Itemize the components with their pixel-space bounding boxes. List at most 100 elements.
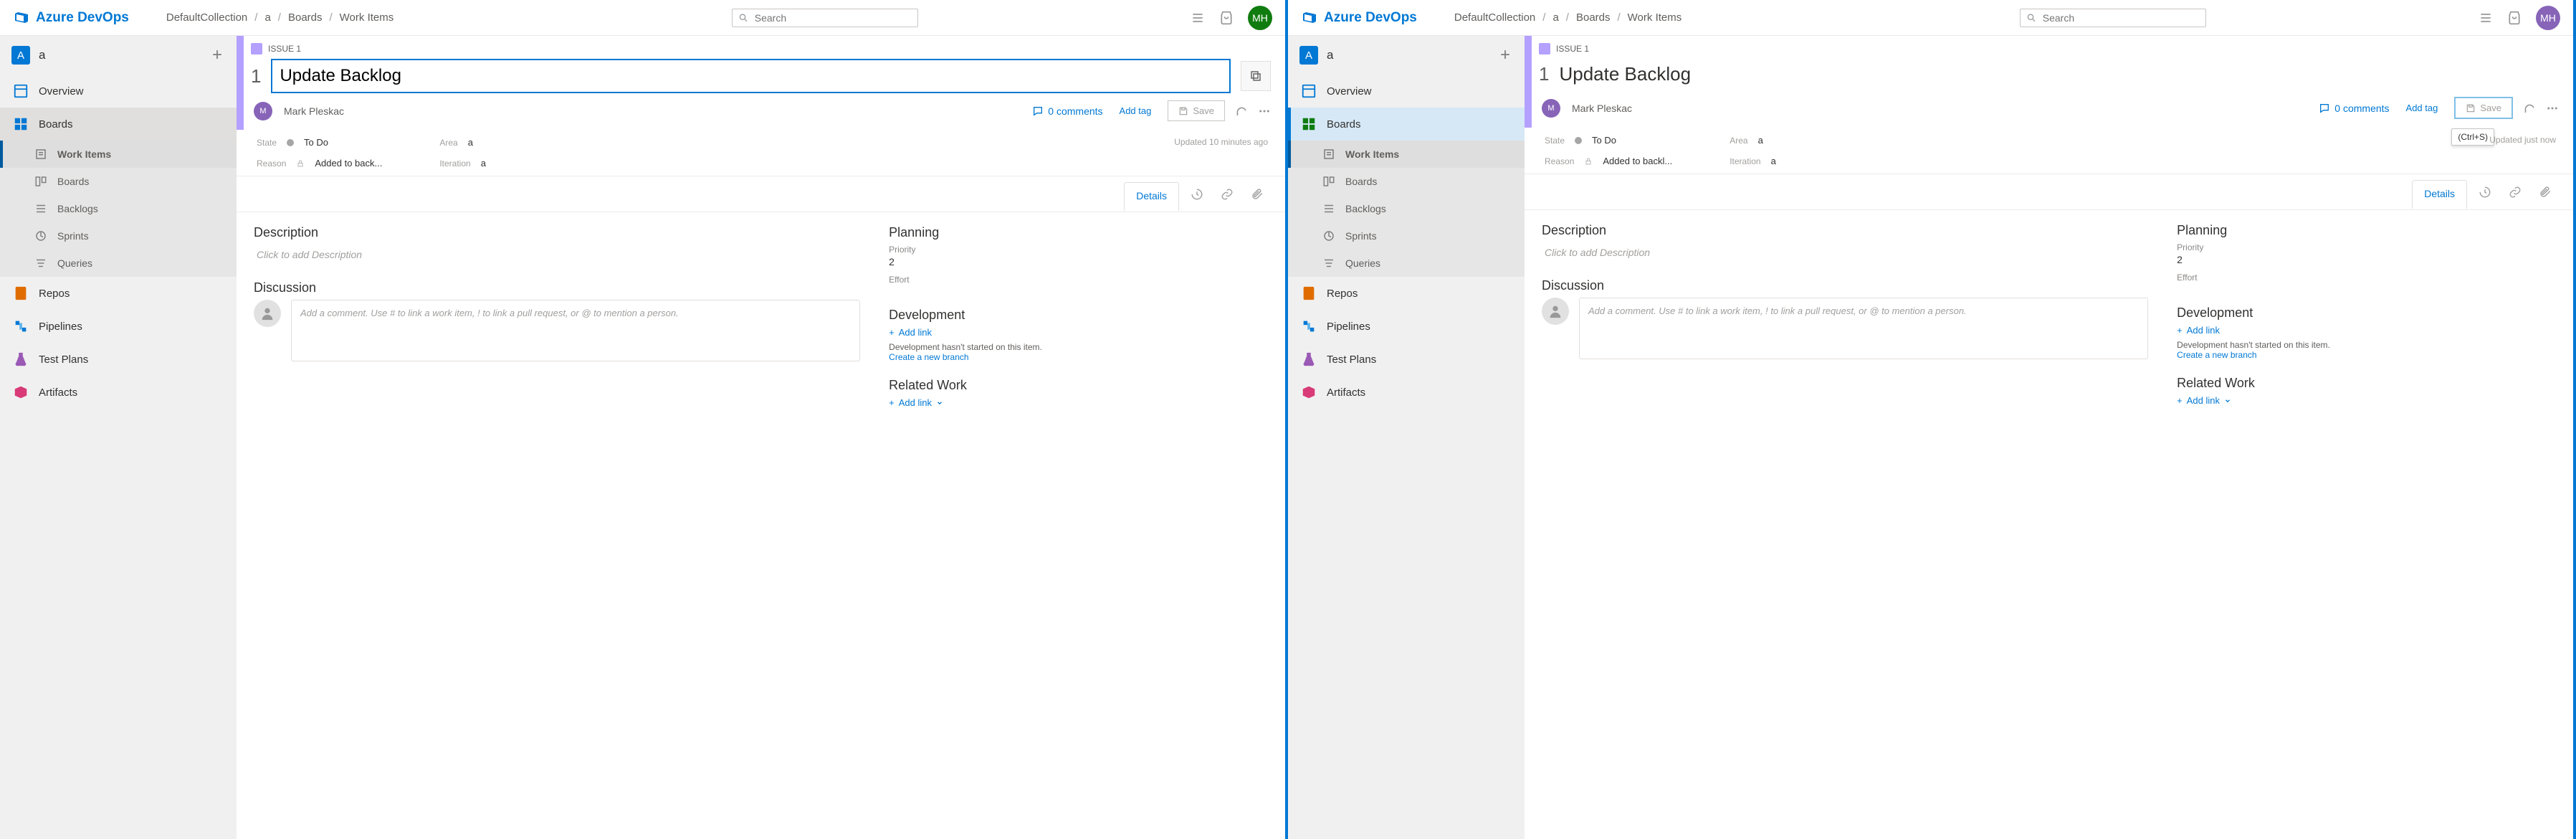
breadcrumb-item[interactable]: DefaultCollection (166, 11, 247, 24)
priority-label: Priority (2177, 242, 2556, 252)
sidebar-item-sprints[interactable]: Sprints (1288, 222, 1525, 250)
iteration-value[interactable]: a (481, 158, 486, 169)
assignee-avatar[interactable]: M (254, 102, 272, 120)
planning-heading: Planning (2177, 223, 2556, 238)
breadcrumb-item[interactable]: a (264, 11, 270, 24)
sidebar-item-boards[interactable]: Boards (0, 108, 237, 141)
breadcrumb: DefaultCollection / a / Boards / Work It… (1454, 11, 1681, 24)
search-input[interactable] (2043, 12, 2200, 24)
sidebar-item-overview[interactable]: Overview (1288, 75, 1525, 108)
sidebar-item-queries[interactable]: Queries (0, 250, 237, 277)
product-logo[interactable]: Azure DevOps (1301, 9, 1417, 27)
sidebar-item-backlogs[interactable]: Backlogs (0, 195, 237, 222)
related-add-link[interactable]: + Add link (2177, 395, 2556, 406)
description-field[interactable]: Click to add Description (1542, 242, 2148, 262)
priority-value[interactable]: 2 (889, 256, 1268, 267)
shop-icon[interactable] (1219, 11, 1234, 25)
sidebar-project-header[interactable]: A a + (1288, 36, 1525, 75)
sidebar-item-overview[interactable]: Overview (0, 75, 237, 108)
comments-button[interactable]: 0 comments (1032, 105, 1102, 117)
attachments-tab-icon[interactable] (1245, 182, 1269, 207)
user-avatar[interactable]: MH (2536, 6, 2560, 30)
related-add-link[interactable]: + Add link (889, 397, 1268, 408)
attachments-tab-icon[interactable] (2533, 180, 2557, 204)
discussion-input[interactable]: Add a comment. Use # to link a work item… (1579, 298, 2148, 359)
area-value[interactable]: a (1758, 135, 1763, 146)
sidebar-item-sprints[interactable]: Sprints (0, 222, 237, 250)
sidebar-item-repos[interactable]: Repos (0, 277, 237, 310)
sidebar-item-boards[interactable]: Boards (1288, 108, 1525, 141)
description-field[interactable]: Click to add Description (254, 245, 860, 265)
workitem-title[interactable]: Update Backlog (1559, 59, 2559, 90)
sidebar-item-testplans[interactable]: Test Plans (1288, 343, 1525, 376)
area-value[interactable]: a (468, 137, 473, 148)
sidebar-item-artifacts[interactable]: Artifacts (1288, 376, 1525, 409)
search-box[interactable] (2020, 9, 2206, 27)
breadcrumb-item[interactable]: Boards (1576, 11, 1611, 24)
sidebar-item-queries[interactable]: Queries (1288, 250, 1525, 277)
sidebar-item-workitems[interactable]: Work Items (1288, 141, 1525, 168)
shop-icon[interactable] (2507, 11, 2522, 25)
tab-details[interactable]: Details (2412, 180, 2467, 209)
sidebar-item-pipelines[interactable]: Pipelines (0, 310, 237, 343)
save-button[interactable]: Save (2454, 97, 2513, 119)
more-icon[interactable] (2546, 102, 2559, 115)
assignee-avatar[interactable]: M (1542, 99, 1560, 118)
product-logo[interactable]: Azure DevOps (13, 9, 129, 27)
project-name: a (1327, 48, 1333, 62)
history-tab-icon[interactable] (2473, 180, 2497, 204)
more-icon[interactable] (1258, 105, 1271, 118)
breadcrumb-item[interactable]: DefaultCollection (1454, 11, 1535, 24)
history-tab-icon[interactable] (1185, 182, 1209, 207)
copy-link-button[interactable] (1241, 61, 1271, 91)
refresh-icon[interactable] (2523, 102, 2536, 115)
sidebar-item-pipelines[interactable]: Pipelines (1288, 310, 1525, 343)
list-icon[interactable] (1191, 11, 1205, 25)
sidebar-project-header[interactable]: A a + (0, 36, 237, 75)
links-tab-icon[interactable] (2503, 180, 2527, 204)
plus-icon: + (2177, 325, 2183, 336)
sidebar-item-workitems[interactable]: Work Items (0, 141, 237, 168)
development-add-link[interactable]: + Add link (889, 327, 1268, 338)
search-box[interactable] (732, 9, 918, 27)
list-icon[interactable] (2479, 11, 2493, 25)
comments-button[interactable]: 0 comments (2319, 103, 2389, 114)
workitem-type-label: ISSUE 1 (268, 44, 301, 54)
assignee-name[interactable]: Mark Pleskac (284, 105, 344, 117)
sidebar-item-testplans[interactable]: Test Plans (0, 343, 237, 376)
search-input[interactable] (755, 12, 912, 24)
breadcrumb-item[interactable]: a (1552, 11, 1558, 24)
sidebar-item-backlogs[interactable]: Backlogs (1288, 195, 1525, 222)
save-button[interactable]: Save (1168, 100, 1225, 121)
links-tab-icon[interactable] (1215, 182, 1239, 207)
iteration-value[interactable]: a (1771, 156, 1776, 166)
refresh-icon[interactable] (1235, 105, 1248, 118)
sidebar-item-boards-sub[interactable]: Boards (0, 168, 237, 195)
breadcrumb-item[interactable]: Work Items (340, 11, 394, 24)
discussion-input[interactable]: Add a comment. Use # to link a work item… (291, 300, 860, 361)
sidebar-item-artifacts[interactable]: Artifacts (0, 376, 237, 409)
breadcrumb-item[interactable]: Work Items (1628, 11, 1682, 24)
sidebar-item-label: Backlogs (1345, 203, 1386, 214)
sidebar-item-repos[interactable]: Repos (1288, 277, 1525, 310)
state-value[interactable]: To Do (1592, 135, 1616, 146)
assignee-name[interactable]: Mark Pleskac (1572, 103, 1632, 114)
development-add-link[interactable]: + Add link (2177, 325, 2556, 336)
state-value[interactable]: To Do (304, 137, 328, 148)
priority-value[interactable]: 2 (2177, 254, 2556, 265)
tab-details[interactable]: Details (1124, 182, 1179, 212)
boards-sub-icon (1322, 175, 1335, 188)
add-project-button[interactable]: + (212, 45, 222, 65)
workitem-title-input[interactable] (271, 59, 1231, 93)
breadcrumb-item[interactable]: Boards (288, 11, 323, 24)
add-project-button[interactable]: + (1500, 45, 1510, 65)
create-branch-link[interactable]: Create a new branch (889, 352, 1268, 362)
iteration-label: Iteration (439, 158, 470, 169)
sidebar-item-label: Artifacts (1327, 387, 1365, 399)
state-label: State (1545, 136, 1565, 146)
user-avatar[interactable]: MH (1248, 6, 1272, 30)
add-tag-button[interactable]: Add tag (2400, 99, 2445, 117)
sidebar-item-boards-sub[interactable]: Boards (1288, 168, 1525, 195)
add-tag-button[interactable]: Add tag (1113, 102, 1158, 120)
create-branch-link[interactable]: Create a new branch (2177, 350, 2556, 360)
